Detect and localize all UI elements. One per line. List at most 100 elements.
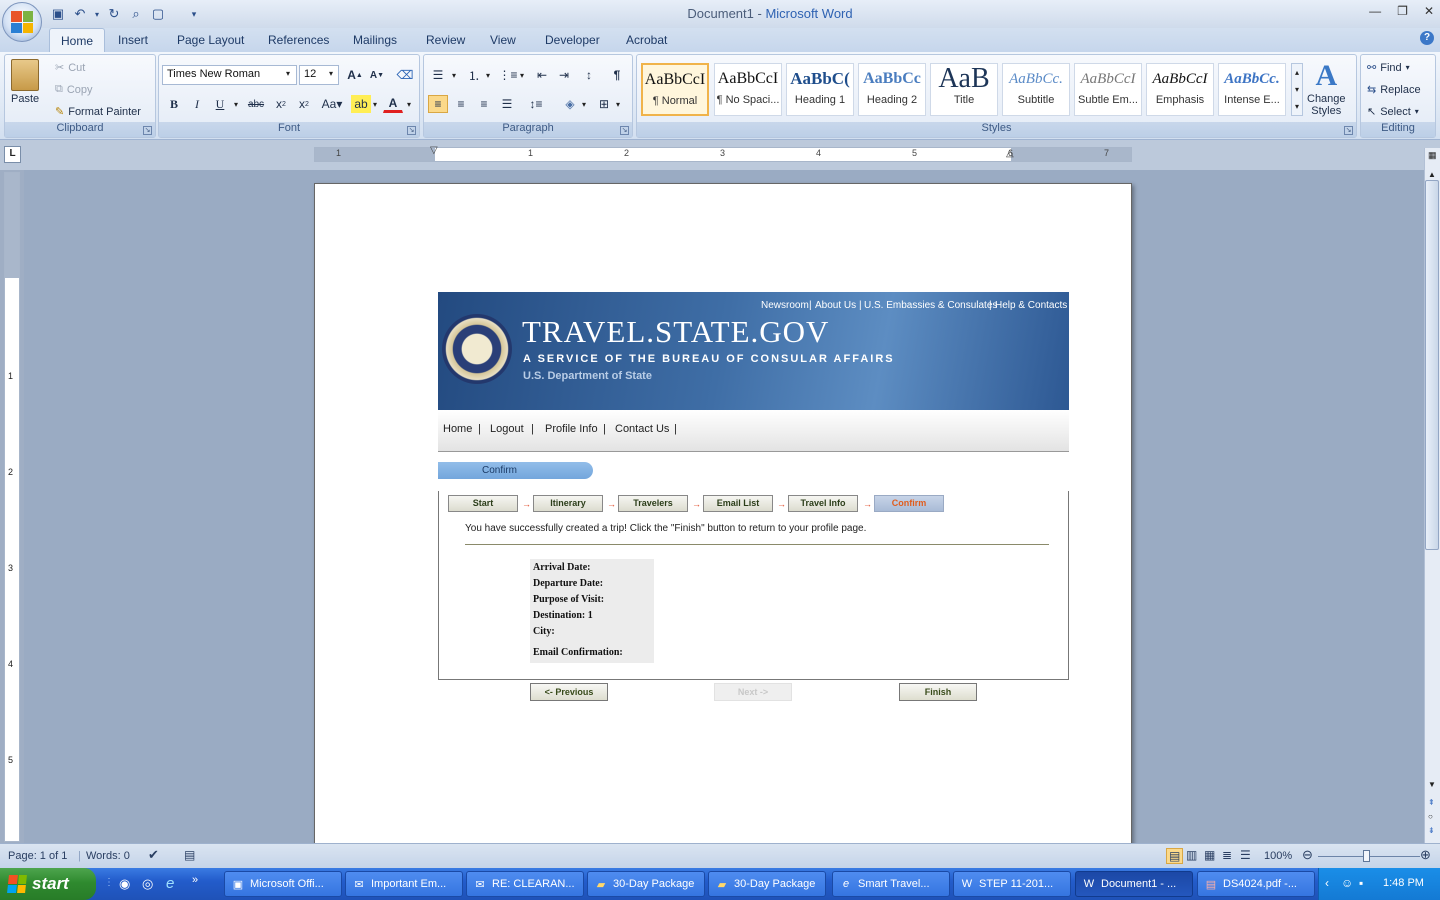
italic-icon[interactable]: I [187, 95, 207, 113]
font-size-dropdown-icon[interactable]: ▾ [329, 69, 333, 78]
underline-icon[interactable]: U [210, 95, 230, 113]
paragraph-dialog-launcher-icon[interactable]: ↘ [620, 126, 629, 135]
styles-dialog-launcher-icon[interactable]: ↘ [1344, 126, 1353, 135]
change-styles-button[interactable]: A Change Styles [1307, 59, 1346, 117]
bullets-icon[interactable]: ☰ [428, 66, 448, 84]
bullets-dropdown-icon[interactable]: ▾ [452, 71, 456, 80]
borders-dropdown-icon[interactable]: ▾ [616, 100, 620, 109]
taskbar-item-office[interactable]: ▣ Microsoft Offi... [224, 871, 342, 897]
proofing-icon[interactable]: ✔ [148, 847, 159, 863]
sort-icon[interactable]: ↕ [579, 66, 599, 84]
style-subtle-emphasis[interactable]: AaBbCcI Subtle Em... [1074, 63, 1142, 116]
dialog-launcher-icon[interactable]: ↘ [143, 126, 152, 135]
taskbar-item-browser[interactable]: e Smart Travel... [832, 871, 950, 897]
shading-icon[interactable]: ◈ [560, 95, 580, 113]
borders-icon[interactable]: ⊞ [594, 95, 614, 113]
cut-button[interactable]: ✂ Cut [55, 61, 85, 75]
internet-explorer-icon[interactable]: e [166, 875, 174, 892]
style-heading-2[interactable]: AaBbCc Heading 2 [858, 63, 926, 116]
numbering-dropdown-icon[interactable]: ▾ [486, 71, 490, 80]
tray-expand-icon[interactable]: ‹ [1325, 876, 1329, 890]
vertical-ruler[interactable]: 1 2 3 4 5 [4, 172, 20, 842]
start-button[interactable]: start [0, 868, 96, 900]
tab-developer[interactable]: Developer [545, 33, 600, 47]
paste-button[interactable]: Paste [11, 59, 39, 105]
justify-icon[interactable]: ☰ [497, 95, 517, 113]
ruler-toggle-icon[interactable]: ▦ [1428, 150, 1437, 161]
select-browse-object-icon[interactable]: ○ [1428, 812, 1433, 821]
right-indent-marker[interactable]: △ [1006, 148, 1014, 159]
font-name-field[interactable]: Times New Roman [162, 65, 297, 85]
bold-icon[interactable]: B [164, 95, 184, 113]
zoom-slider-thumb[interactable] [1363, 850, 1370, 862]
align-center-icon[interactable]: ≡ [451, 95, 471, 113]
tab-review[interactable]: Review [426, 33, 465, 47]
zoom-level[interactable]: 100% [1264, 850, 1292, 862]
clear-formatting-icon[interactable]: ⌫ [395, 66, 415, 84]
subscript-icon[interactable]: x2 [271, 95, 291, 113]
format-painter-button[interactable]: ✎ Format Painter [55, 105, 141, 119]
office-button[interactable] [2, 2, 42, 42]
strikethrough-icon[interactable]: abc [246, 95, 266, 113]
style-intense-emphasis[interactable]: AaBbCc. Intense E... [1218, 63, 1286, 116]
numbering-icon[interactable]: ⒈ [464, 66, 484, 84]
taskbar-item-email-1[interactable]: ✉ Important Em... [345, 871, 463, 897]
tab-selector-icon[interactable]: L [4, 146, 21, 163]
web-layout-icon[interactable]: ▦ [1204, 848, 1215, 862]
zoom-in-icon[interactable]: ⊕ [1420, 847, 1431, 863]
outline-icon[interactable]: ≣ [1222, 848, 1232, 862]
align-right-icon[interactable]: ≡ [474, 95, 494, 113]
grow-font-icon[interactable]: A ▲ [345, 66, 365, 84]
taskbar-item-document1[interactable]: W Document1 - ... [1075, 871, 1193, 897]
font-color-icon[interactable]: A [383, 95, 403, 113]
highlight-icon[interactable]: ab [351, 95, 371, 113]
line-spacing-icon[interactable]: ↕≡ [526, 95, 546, 113]
increase-indent-icon[interactable]: ⇥ [554, 66, 574, 84]
highlight-dropdown-icon[interactable]: ▾ [373, 100, 377, 109]
zoom-out-icon[interactable]: ⊖ [1302, 847, 1313, 863]
tab-acrobat[interactable]: Acrobat [626, 33, 667, 47]
font-color-dropdown-icon[interactable]: ▾ [407, 100, 411, 109]
tab-mailings[interactable]: Mailings [353, 33, 397, 47]
replace-button[interactable]: ⇆ Replace [1367, 83, 1421, 97]
previous-page-icon[interactable]: ⇞ [1428, 798, 1435, 807]
tab-references[interactable]: References [268, 33, 329, 47]
close-icon[interactable]: ✕ [1424, 4, 1434, 18]
scroll-down-icon[interactable]: ▼ [1428, 780, 1436, 789]
word-count[interactable]: Words: 0 [86, 850, 130, 862]
style-no-spacing[interactable]: AaBbCcI ¶ No Spaci... [714, 63, 782, 116]
align-left-icon[interactable]: ≡ [428, 95, 448, 113]
macro-recording-icon[interactable]: ▤ [184, 848, 195, 862]
style-subtitle[interactable]: AaBbCc. Subtitle [1002, 63, 1070, 116]
multilevel-list-icon[interactable]: ⋮≡ [498, 66, 518, 84]
first-line-indent-marker[interactable]: ▽ [430, 145, 438, 156]
help-icon[interactable]: ? [1420, 31, 1434, 45]
style-title[interactable]: AaB Title [930, 63, 998, 116]
decrease-indent-icon[interactable]: ⇤ [532, 66, 552, 84]
multilevel-dropdown-icon[interactable]: ▾ [520, 71, 524, 80]
superscript-icon[interactable]: x2 [294, 95, 314, 113]
restore-icon[interactable]: ❐ [1397, 4, 1408, 18]
quick-launch-media-icon[interactable]: ◉ [119, 876, 130, 892]
style-normal[interactable]: AaBbCcI ¶ Normal [641, 63, 709, 116]
draft-icon[interactable]: ☰ [1240, 848, 1251, 862]
copy-button[interactable]: ⧉ Copy [55, 83, 93, 96]
shrink-font-icon[interactable]: A ▼ [367, 66, 387, 84]
tray-app-icon[interactable]: ☺ [1341, 876, 1353, 890]
page-count[interactable]: Page: 1 of 1 [8, 850, 67, 862]
find-button[interactable]: ⚯ Find ▾ [1367, 61, 1410, 75]
font-name-dropdown-icon[interactable]: ▾ [286, 69, 290, 78]
scroll-thumb[interactable] [1425, 180, 1439, 550]
taskbar-item-email-2[interactable]: ✉ RE: CLEARAN... [466, 871, 584, 897]
taskbar-item-folder-2[interactable]: ▰ 30-Day Package [708, 871, 826, 897]
underline-dropdown-icon[interactable]: ▾ [234, 100, 238, 109]
tab-page-layout[interactable]: Page Layout [177, 33, 244, 47]
tab-home[interactable]: Home [49, 28, 106, 53]
shading-dropdown-icon[interactable]: ▾ [582, 100, 586, 109]
print-layout-icon[interactable]: ▤ [1166, 848, 1184, 864]
scroll-up-icon[interactable]: ▲ [1428, 170, 1436, 179]
taskbar-item-folder-1[interactable]: ▰ 30-Day Package [587, 871, 705, 897]
style-emphasis[interactable]: AaBbCcI Emphasis [1146, 63, 1214, 116]
quick-launch-overflow-icon[interactable]: » [192, 874, 198, 886]
taskbar-item-pdf[interactable]: ▤ DS4024.pdf -... [1197, 871, 1315, 897]
